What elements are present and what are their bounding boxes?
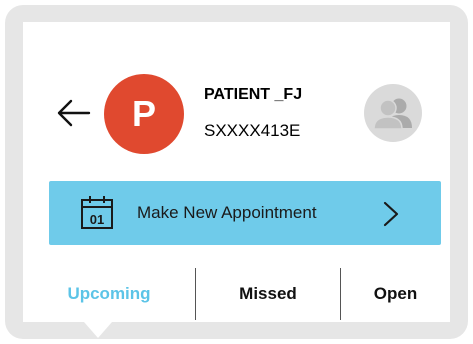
group-icon[interactable] [364,84,422,142]
calendar-day: 01 [90,212,104,227]
back-arrow-icon[interactable] [55,98,91,128]
make-appointment-label: Make New Appointment [137,203,317,222]
make-appointment-button[interactable]: 01 Make New Appointment [49,181,441,245]
tab-open[interactable]: Open [341,268,450,320]
tab-upcoming[interactable]: Upcoming [23,268,195,320]
patient-avatar: P [104,74,184,154]
appointment-tabs: Upcoming Missed Open [23,268,450,320]
chevron-right-icon [382,201,400,227]
patient-name: PATIENT _FJ [204,86,303,103]
calendar-icon: 01 [80,194,114,230]
patient-id: SXXXX413E [204,121,301,140]
popover-pointer [84,322,112,338]
tab-missed[interactable]: Missed [196,268,340,320]
avatar-initial: P [131,93,156,134]
